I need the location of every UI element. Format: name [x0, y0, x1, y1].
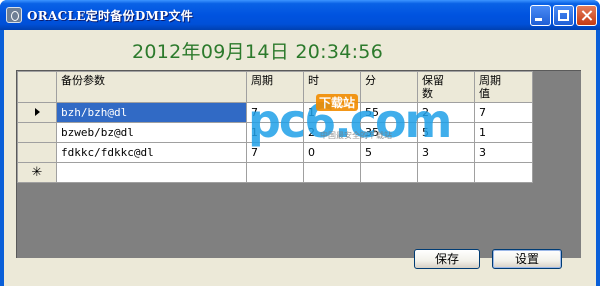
- table-row[interactable]: bzweb/bz@dl 1 2 35 5 1: [17, 122, 533, 143]
- header-row: 备份参数 周期 时 分 保留数 周期值: [17, 71, 533, 103]
- column-header-keep[interactable]: 保留数: [417, 71, 475, 103]
- cell-minute[interactable]: 5: [360, 142, 418, 163]
- client-area: 2012年09月14日 20:34:56 备份参数 周期 时 分 保留数 周期值: [4, 30, 596, 286]
- app-icon[interactable]: [6, 7, 22, 23]
- column-header-period-value[interactable]: 周期值: [474, 71, 533, 103]
- column-header-param[interactable]: 备份参数: [56, 71, 247, 103]
- new-row[interactable]: ✳: [17, 162, 533, 183]
- new-cell-param[interactable]: [56, 162, 247, 183]
- column-header-keep-label: 保留数: [422, 74, 444, 100]
- backup-grid[interactable]: 备份参数 周期 时 分 保留数 周期值 bzh/bzh@dl 7 1 55 2 …: [16, 70, 581, 258]
- column-header-period[interactable]: 周期: [246, 71, 304, 103]
- cell-period[interactable]: 1: [246, 122, 304, 143]
- new-cell-minute[interactable]: [360, 162, 418, 183]
- table-row[interactable]: fdkkc/fdkkc@dl 7 0 5 3 3: [17, 142, 533, 163]
- column-header-minute[interactable]: 分: [360, 71, 418, 103]
- minimize-button[interactable]: [530, 5, 551, 26]
- new-cell-hour[interactable]: [303, 162, 361, 183]
- new-cell-period-value[interactable]: [474, 162, 533, 183]
- cell-period-value[interactable]: 7: [474, 102, 533, 123]
- new-row-asterisk-icon: ✳: [31, 165, 43, 180]
- current-datetime: 2012年09月14日 20:34:56: [132, 41, 384, 63]
- cell-keep[interactable]: 2: [417, 102, 475, 123]
- cell-hour[interactable]: 2: [303, 122, 361, 143]
- current-row-arrow-icon: [34, 108, 40, 116]
- cell-keep[interactable]: 3: [417, 142, 475, 163]
- column-header-hour[interactable]: 时: [303, 71, 361, 103]
- table-row[interactable]: bzh/bzh@dl 7 1 55 2 7: [17, 102, 533, 123]
- save-button[interactable]: 保存: [414, 249, 480, 269]
- cell-period-value[interactable]: 1: [474, 122, 533, 143]
- cell-param[interactable]: bzh/bzh@dl: [56, 102, 247, 123]
- cell-keep[interactable]: 5: [417, 122, 475, 143]
- settings-button[interactable]: 设置: [492, 249, 562, 269]
- grid-table: 备份参数 周期 时 分 保留数 周期值 bzh/bzh@dl 7 1 55 2 …: [17, 71, 533, 183]
- row-header-corner: [17, 71, 57, 103]
- cell-period-value[interactable]: 3: [474, 142, 533, 163]
- window-title: ORACLE定时备份DMP文件: [27, 9, 194, 23]
- row-indicator[interactable]: [17, 142, 57, 163]
- new-cell-period[interactable]: [246, 162, 304, 183]
- column-header-period-value-label: 周期值: [479, 74, 501, 100]
- row-indicator[interactable]: [17, 102, 57, 123]
- maximize-button[interactable]: [553, 5, 574, 26]
- cell-minute[interactable]: 55: [360, 102, 418, 123]
- cell-hour[interactable]: 1: [303, 102, 361, 123]
- cell-minute[interactable]: 35: [360, 122, 418, 143]
- close-button[interactable]: [576, 5, 597, 26]
- row-indicator[interactable]: [17, 122, 57, 143]
- new-row-indicator[interactable]: ✳: [17, 162, 57, 183]
- app-window: ORACLE定时备份DMP文件 2012年09月14日 20:34:56 备份参…: [0, 0, 600, 286]
- cell-hour[interactable]: 0: [303, 142, 361, 163]
- cell-param[interactable]: fdkkc/fdkkc@dl: [56, 142, 247, 163]
- new-cell-keep[interactable]: [417, 162, 475, 183]
- cell-param[interactable]: bzweb/bz@dl: [56, 122, 247, 143]
- cell-period[interactable]: 7: [246, 102, 304, 123]
- cell-period[interactable]: 7: [246, 142, 304, 163]
- title-bar[interactable]: ORACLE定时备份DMP文件: [0, 0, 600, 30]
